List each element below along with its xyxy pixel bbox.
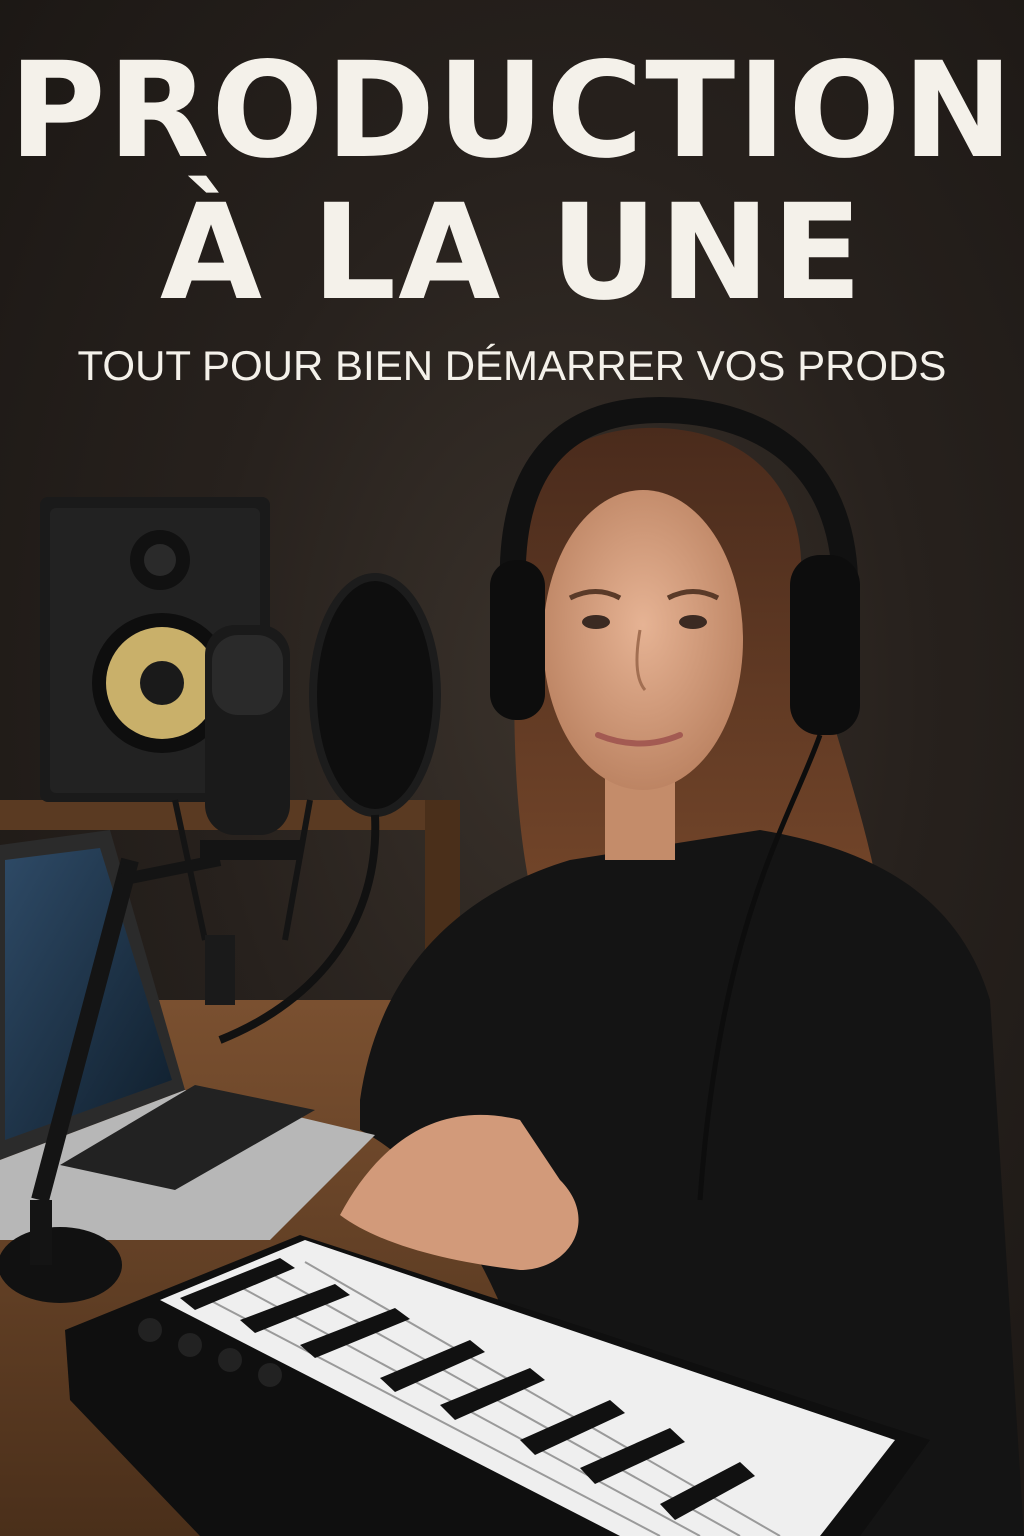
headline: PRODUCTION À LA UNE (0, 40, 1024, 324)
subtitle: TOUT POUR BIEN DÉMARRER VOS PRODS (77, 342, 947, 389)
poster: PRODUCTION À LA UNE TOUT POUR BIEN DÉMAR… (0, 0, 1024, 1536)
headline-line-1: PRODUCTION (8, 34, 1016, 188)
headline-line-2: À LA UNE (159, 176, 865, 330)
